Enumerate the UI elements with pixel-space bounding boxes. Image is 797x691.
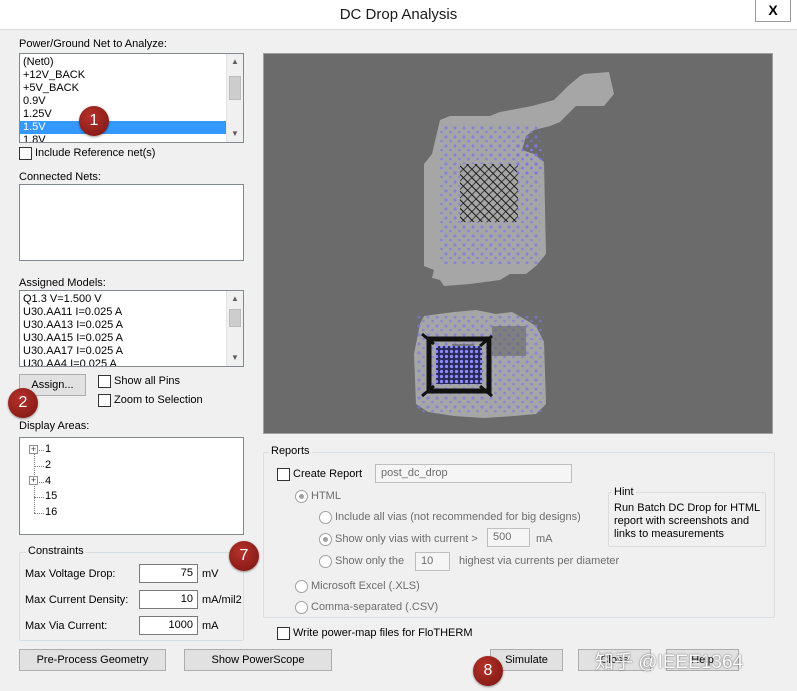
reports-title: Reports [269,445,312,457]
models-list-scrollbar[interactable]: ▲ ▼ [226,291,243,366]
max-voltage-drop-input[interactable]: 75 [139,564,198,583]
flotherm-checkbox[interactable] [277,627,290,640]
max-via-current-label: Max Via Current: [25,620,108,632]
scroll-thumb[interactable] [229,309,241,327]
net-item-net0[interactable]: (Net0) [20,56,226,69]
highest-via-text: highest via currents per diameter [459,555,620,567]
zoom-to-selection-checkbox[interactable] [98,394,111,407]
scroll-thumb[interactable] [229,76,241,100]
annotation-badge-7: 7 [229,541,259,571]
annotation-badge-1: 1 [79,106,109,136]
show-all-pins-label: Show all Pins [114,375,181,387]
net-item-1v5-selected[interactable]: 1.5V [20,121,226,134]
close-window-button[interactable]: X [755,0,791,22]
annotation-badge-8: 8 [473,656,503,686]
show-powerscope-button[interactable]: Show PowerScope [184,649,332,671]
show-only-vias-radio[interactable] [319,533,332,546]
show-only-vias-label: Show only vias with current > [335,533,478,545]
model-item[interactable]: U30.AA17 I=0.025 A [20,345,226,358]
window-title: DC Drop Analysis [339,6,458,23]
zoom-to-selection-label: Zoom to Selection [114,394,203,406]
include-reference-checkbox[interactable] [19,147,32,160]
model-item[interactable]: U30.AA11 I=0.025 A [20,306,226,319]
model-item[interactable]: Q1.3 V=1.500 V [20,293,226,306]
hint-text: Run Batch DC Drop for HTML report with s… [614,502,760,540]
tree-connector [34,466,44,467]
model-item[interactable]: U30.AA4 I=0.025 A [20,358,226,366]
net-item-1v8[interactable]: 1.8V [20,134,226,142]
csv-radio[interactable] [295,601,308,614]
via-current-threshold-input[interactable]: 500 [487,528,530,547]
expand-icon[interactable]: + [29,476,38,485]
include-reference-label: Include Reference net(s) [35,147,156,159]
tree-node-2[interactable]: 2 [45,459,51,471]
preprocess-geometry-button[interactable]: Pre-Process Geometry [19,649,166,671]
model-item[interactable]: U30.AA15 I=0.025 A [20,332,226,345]
show-only-the-radio[interactable] [319,555,332,568]
display-areas-label: Display Areas: [19,420,90,432]
max-via-current-unit: mA [202,620,219,632]
via-current-unit: mA [536,533,553,545]
include-all-vias-label: Include all vias (not recommended for bi… [335,511,581,523]
report-name-input[interactable]: post_dc_drop [375,464,572,483]
max-current-density-label: Max Current Density: [25,594,129,606]
max-voltage-drop-label: Max Voltage Drop: [25,568,116,580]
scroll-down-icon[interactable]: ▼ [227,126,243,142]
net-list-label: Power/Ground Net to Analyze: [19,38,167,50]
highest-count-input[interactable]: 10 [415,552,450,571]
connected-nets-list[interactable] [19,184,244,261]
hint-title: Hint [612,486,636,498]
csv-label: Comma-separated (.CSV) [311,601,439,613]
excel-label: Microsoft Excel (.XLS) [311,580,420,592]
scroll-up-icon[interactable]: ▲ [227,291,243,307]
annotation-badge-2: 2 [8,388,38,418]
tree-node-4[interactable]: 4 [45,475,51,487]
expand-icon[interactable]: + [29,445,38,454]
net-item-1v25[interactable]: 1.25V [20,108,226,121]
html-label: HTML [311,490,341,502]
max-current-density-input[interactable]: 10 [139,590,198,609]
net-item-5v-back[interactable]: +5V_BACK [20,82,226,95]
pcb-preview[interactable] [263,53,773,434]
flotherm-label: Write power-map files for FloTHERM [293,627,473,639]
max-current-density-unit: mA/mil2 [202,594,242,606]
display-areas-tree[interactable]: + + 1 2 4 15 16 [19,437,244,535]
assigned-models-label: Assigned Models: [19,277,106,289]
tree-connector [34,497,44,498]
constraints-title: Constraints [26,545,86,557]
max-via-current-input[interactable]: 1000 [139,616,198,635]
excel-radio[interactable] [295,580,308,593]
tree-connector [34,513,44,514]
tree-node-16[interactable]: 16 [45,506,57,518]
scroll-down-icon[interactable]: ▼ [227,350,243,366]
max-voltage-drop-unit: mV [202,568,219,580]
board-layout-image [414,72,614,418]
net-list-scrollbar[interactable]: ▲ ▼ [226,54,243,142]
show-only-the-label: Show only the [335,555,405,567]
create-report-checkbox[interactable] [277,468,290,481]
show-all-pins-checkbox[interactable] [98,375,111,388]
net-item-0v9[interactable]: 0.9V [20,95,226,108]
tree-node-1[interactable]: 1 [45,443,51,455]
net-list[interactable]: (Net0) +12V_BACK +5V_BACK 0.9V 1.25V 1.5… [19,53,244,143]
include-all-vias-radio[interactable] [319,511,332,524]
assigned-models-list[interactable]: Q1.3 V=1.500 V U30.AA11 I=0.025 A U30.AA… [19,290,244,367]
html-radio[interactable] [295,490,308,503]
scroll-up-icon[interactable]: ▲ [227,54,243,70]
connected-nets-label: Connected Nets: [19,171,101,183]
tree-node-15[interactable]: 15 [45,490,57,502]
create-report-label: Create Report [293,468,363,480]
net-item-12v-back[interactable]: +12V_BACK [20,69,226,82]
watermark-text: 知乎 @IEEE1364 [595,652,744,673]
model-item[interactable]: U30.AA13 I=0.025 A [20,319,226,332]
